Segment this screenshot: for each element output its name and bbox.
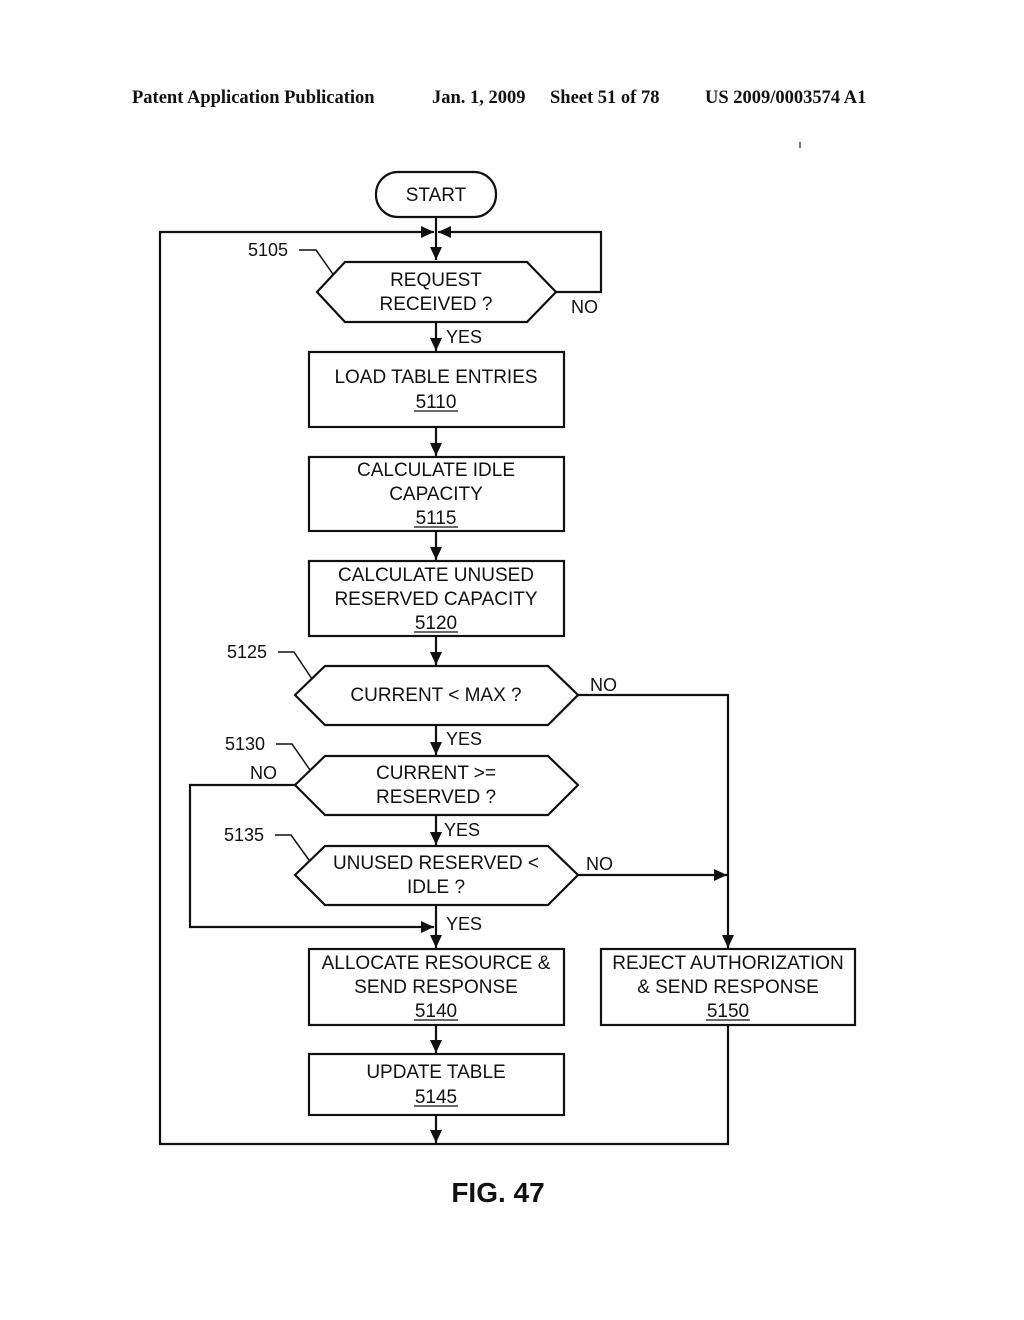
ref-leader-5130: [276, 743, 311, 771]
edge-label-5105-no: NO: [571, 297, 598, 317]
node-5150-line-2: & SEND RESPONSE: [637, 977, 819, 998]
node-5140: ALLOCATE RESOURCE & SEND RESPONSE 5140: [307, 947, 566, 1027]
edge-label-5130-yes: YES: [444, 820, 480, 840]
node-5130-line-2: RESERVED ?: [376, 787, 496, 808]
edge-label-5125-yes: YES: [446, 729, 482, 749]
node-5135-line-2: IDLE ?: [407, 877, 465, 898]
figure-label: FIG. 47: [451, 1177, 544, 1208]
ref-leader-5125: [278, 651, 313, 680]
node-5115-line-2: CAPACITY: [389, 484, 483, 505]
ref-label-5125: 5125: [227, 642, 267, 662]
node-5120-line-1: CALCULATE UNUSED: [338, 565, 534, 586]
node-5130-line-1: CURRENT >=: [376, 763, 496, 784]
edge-label-5105-yes: YES: [446, 327, 482, 347]
node-5125: CURRENT < MAX ?: [293, 664, 580, 727]
process-shape: [307, 350, 566, 429]
node-5140-line-1: ALLOCATE RESOURCE &: [322, 953, 551, 974]
node-5145-ref: 5145: [415, 1087, 457, 1108]
node-5145: UPDATE TABLE 5145: [307, 1052, 566, 1117]
ref-leader-5135: [275, 834, 310, 861]
node-5110: LOAD TABLE ENTRIES 5110: [307, 350, 566, 429]
node-5105: REQUEST RECEIVED ?: [315, 260, 558, 324]
node-5115-ref: 5115: [416, 508, 457, 529]
node-start-text: START: [406, 185, 467, 206]
node-5115-line-1: CALCULATE IDLE: [357, 460, 515, 481]
node-5105-line-1: REQUEST: [390, 270, 482, 291]
flowchart: NO YES NO YES NO YES NO YES 5105 5125 51…: [158, 142, 857, 1208]
node-5130: CURRENT >= RESERVED ?: [293, 754, 580, 817]
node-5120-ref: 5120: [415, 613, 457, 634]
node-5150-line-1: REJECT AUTHORIZATION: [612, 953, 844, 974]
node-5140-ref: 5140: [415, 1001, 457, 1022]
edge-label-5125-no: NO: [590, 675, 617, 695]
node-5105-line-2: RECEIVED ?: [380, 294, 493, 315]
edge-label-5135-yes: YES: [446, 914, 482, 934]
edge-label-5135-no: NO: [586, 854, 613, 874]
edge-5125-no: [578, 693, 734, 948]
node-5145-line-1: UPDATE TABLE: [366, 1062, 505, 1083]
node-5120: CALCULATE UNUSED RESERVED CAPACITY 5120: [307, 559, 566, 638]
edge-label-5130-no: NO: [250, 763, 277, 783]
node-5110-ref: 5110: [416, 392, 457, 413]
node-5110-line-1: LOAD TABLE ENTRIES: [334, 367, 537, 388]
ref-label-5135: 5135: [224, 825, 264, 845]
node-5140-line-2: SEND RESPONSE: [354, 977, 518, 998]
node-5120-line-2: RESERVED CAPACITY: [334, 589, 537, 610]
scan-artifact: [799, 142, 801, 148]
ref-label-5130: 5130: [225, 734, 265, 754]
node-5150: REJECT AUTHORIZATION & SEND RESPONSE 515…: [599, 947, 857, 1027]
node-5150-ref: 5150: [707, 1001, 749, 1022]
node-5115: CALCULATE IDLE CAPACITY 5115: [307, 455, 566, 533]
node-5125-line-1: CURRENT < MAX ?: [350, 685, 521, 706]
ref-label-5105: 5105: [248, 240, 288, 260]
node-5135: UNUSED RESERVED < IDLE ?: [293, 844, 580, 907]
ref-leader-5105: [299, 249, 336, 278]
node-5135-line-1: UNUSED RESERVED <: [333, 853, 539, 874]
node-start: START: [374, 170, 498, 219]
